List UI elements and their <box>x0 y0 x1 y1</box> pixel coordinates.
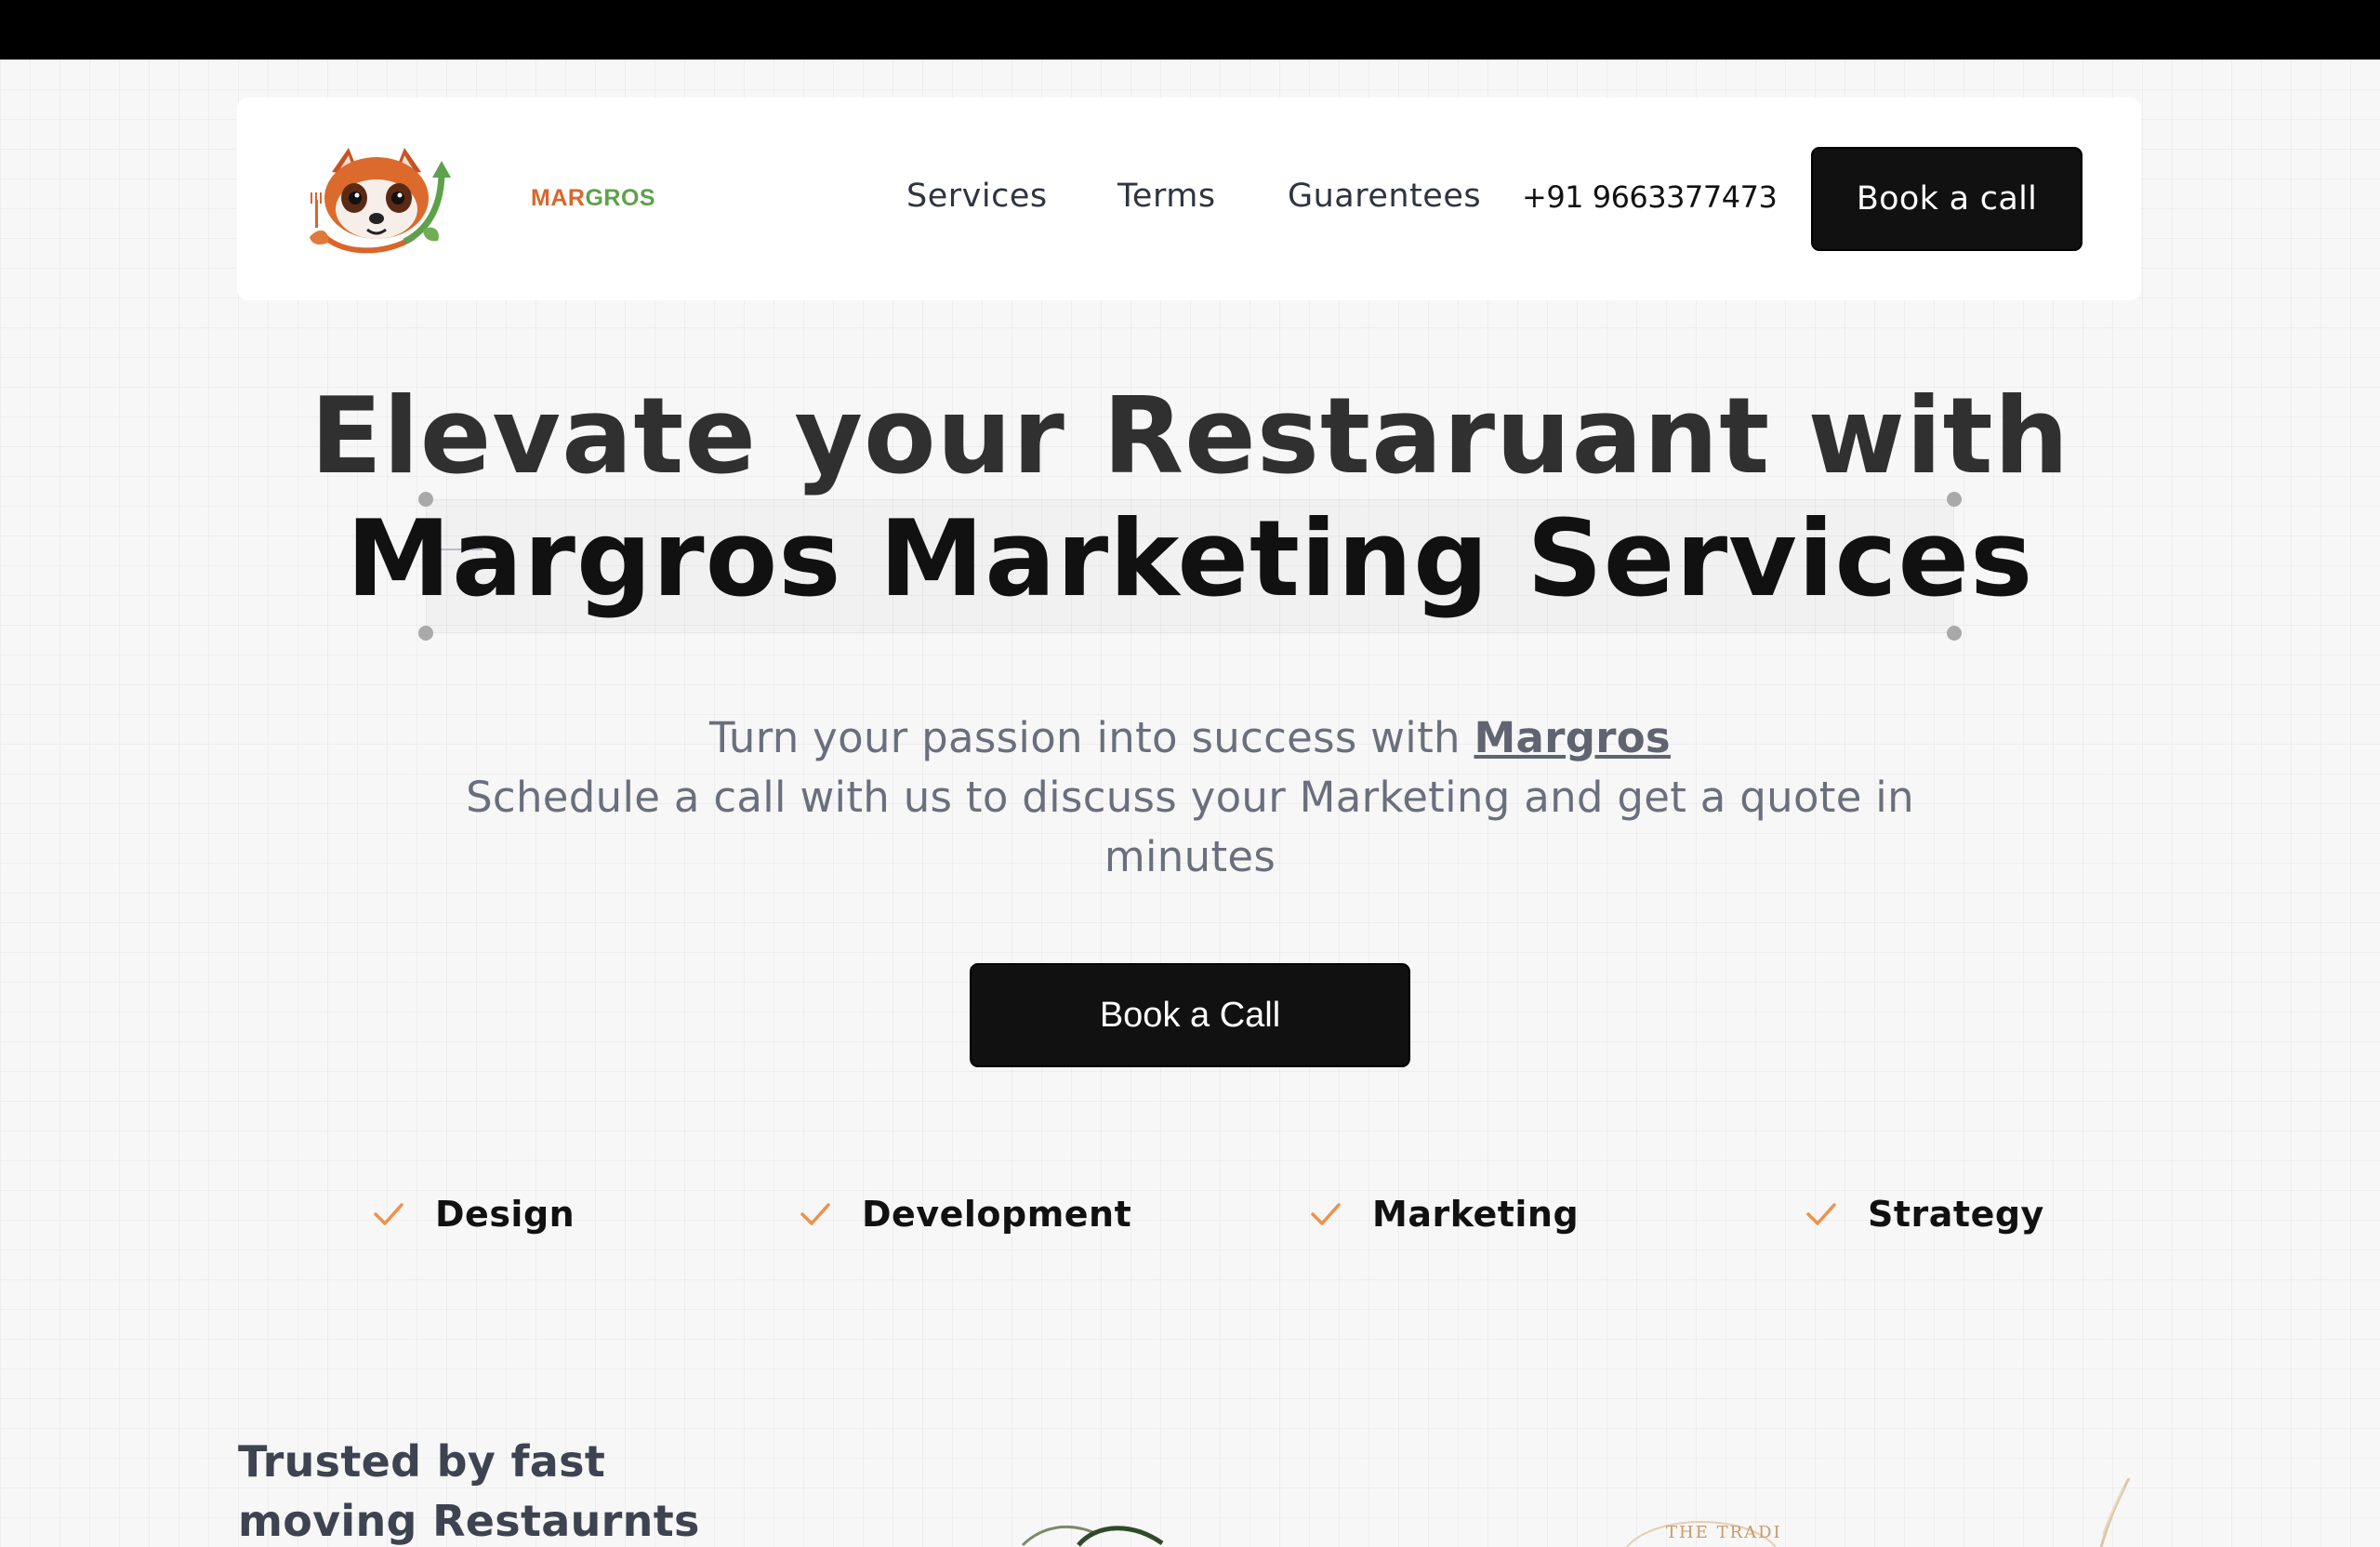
book-a-call-hero-button[interactable]: Book a Call <box>970 963 1410 1067</box>
feature-strategy: Strategy <box>1803 1186 2044 1242</box>
nav-phone-link[interactable]: +91 9663377473 <box>1522 179 1778 215</box>
margros-link[interactable]: Margros <box>1474 713 1671 762</box>
nav-link-guarantees[interactable]: Guarentees <box>1288 178 1481 215</box>
brand-wordmark-gros: GROS <box>585 185 656 211</box>
resize-handle-bottom-left[interactable] <box>418 626 433 641</box>
navbar: MARGROS Services Terms Guarentees +91 96… <box>237 98 2141 300</box>
hero-sub-line2: Schedule a call with us to discuss your … <box>466 773 1914 881</box>
partner-logo-3 <box>2099 1478 2131 1547</box>
resize-handle-bottom-right[interactable] <box>1947 626 1962 641</box>
partner-badge-text: THE TRADI <box>1666 1523 1782 1542</box>
hero-sub-prefix: Turn your passion into success with <box>708 713 1474 762</box>
partner-logo-1 <box>1021 1525 1164 1547</box>
hero-headline-line1: Elevate your Restaruant with <box>310 375 2070 497</box>
partner-logo-2: THE TRADI <box>1626 1521 1782 1547</box>
brand-wordmark: MARGROS <box>531 185 655 212</box>
trusted-by-heading: Trusted by fast moving Restaurnts <box>238 1436 700 1546</box>
nav-link-services[interactable]: Services <box>906 178 1048 215</box>
brand-logo[interactable]: MARGROS <box>302 144 655 256</box>
feature-label: Strategy <box>1868 1194 2044 1235</box>
feature-label: Design <box>435 1194 575 1235</box>
check-icon <box>1806 1203 1836 1225</box>
feature-marketing: Marketing <box>1307 1186 1579 1242</box>
check-icon <box>1311 1203 1341 1225</box>
book-a-call-nav-button[interactable]: Book a call <box>1811 147 2082 251</box>
brand-wordmark-mar: MAR <box>531 185 586 211</box>
check-icon <box>800 1203 830 1225</box>
check-icon <box>374 1203 403 1225</box>
feature-label: Marketing <box>1372 1194 1580 1235</box>
feature-label: Development <box>862 1194 1132 1235</box>
nav-link-terms[interactable]: Terms <box>1117 178 1216 215</box>
hero-headline-line2: Margros Marketing Services <box>346 497 2034 620</box>
browser-top-bar <box>0 0 2380 60</box>
feature-development: Development <box>797 1186 1131 1242</box>
hero-subheading: Turn your passion into success with Marg… <box>400 708 1980 887</box>
feature-design: Design <box>370 1186 575 1242</box>
red-panda-logo-icon <box>310 148 451 254</box>
